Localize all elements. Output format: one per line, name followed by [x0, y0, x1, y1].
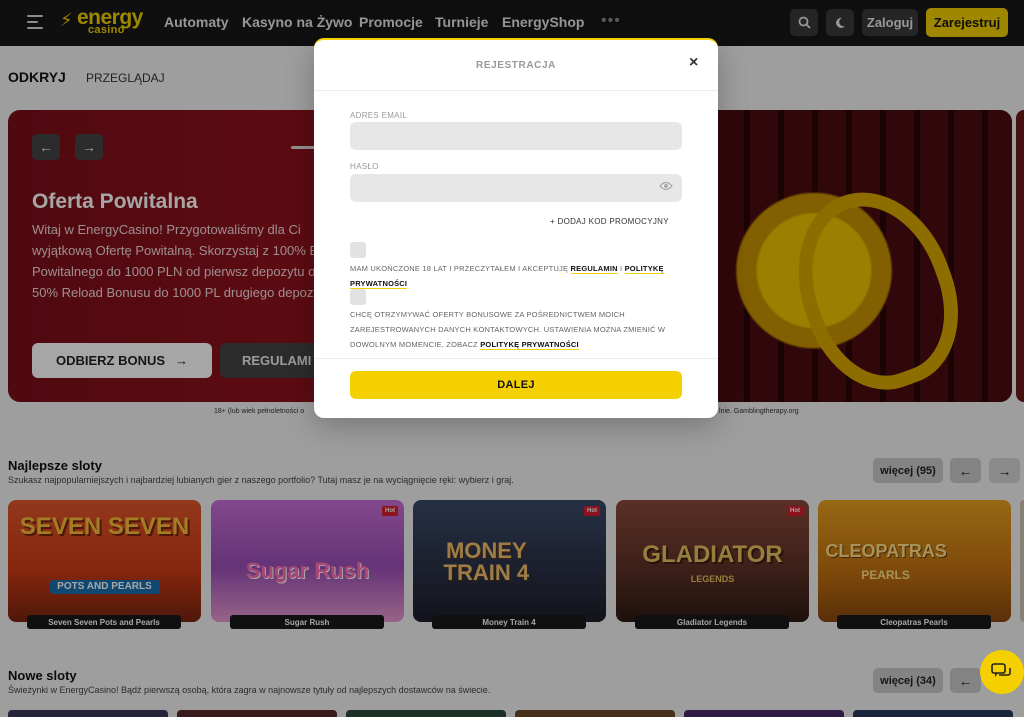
modal-header-divider — [314, 90, 718, 91]
marketing-consent: CHCĘ OTRZYMYWAĆ OFERTY BONUSOWE ZA POŚRE… — [350, 307, 690, 352]
chat-button[interactable] — [980, 650, 1024, 694]
terms-link[interactable]: REGULAMIN — [570, 264, 618, 274]
modal-footer-divider — [314, 358, 718, 359]
next-button[interactable]: DALEJ — [350, 371, 682, 399]
email-label: ADRES EMAIL — [350, 111, 408, 120]
registration-modal: REJESTRACJA × ADRES EMAIL HASŁO + DODAJ … — [314, 38, 718, 418]
add-promo-code-link[interactable]: + DODAJ KOD PROMOCYJNY — [550, 217, 669, 226]
eye-icon[interactable] — [659, 181, 673, 191]
email-field[interactable] — [350, 122, 682, 150]
marketing-checkbox[interactable] — [350, 289, 366, 305]
consent-separator: I — [620, 264, 623, 273]
age-terms-consent: MAM UKOŃCZONE 18 LAT I PRZECZYTAŁEM I AK… — [350, 261, 690, 291]
password-label: HASŁO — [350, 162, 379, 171]
password-field[interactable] — [350, 174, 682, 202]
privacy-policy-link[interactable]: POLITYKĘ PRYWATNOŚCI — [480, 340, 579, 350]
chat-icon — [991, 663, 1011, 677]
close-icon[interactable]: × — [689, 54, 698, 72]
modal-title: REJESTRACJA — [476, 60, 556, 71]
age-terms-checkbox[interactable] — [350, 242, 366, 258]
consent-text: MAM UKOŃCZONE 18 LAT I PRZECZYTAŁEM I AK… — [350, 264, 569, 273]
